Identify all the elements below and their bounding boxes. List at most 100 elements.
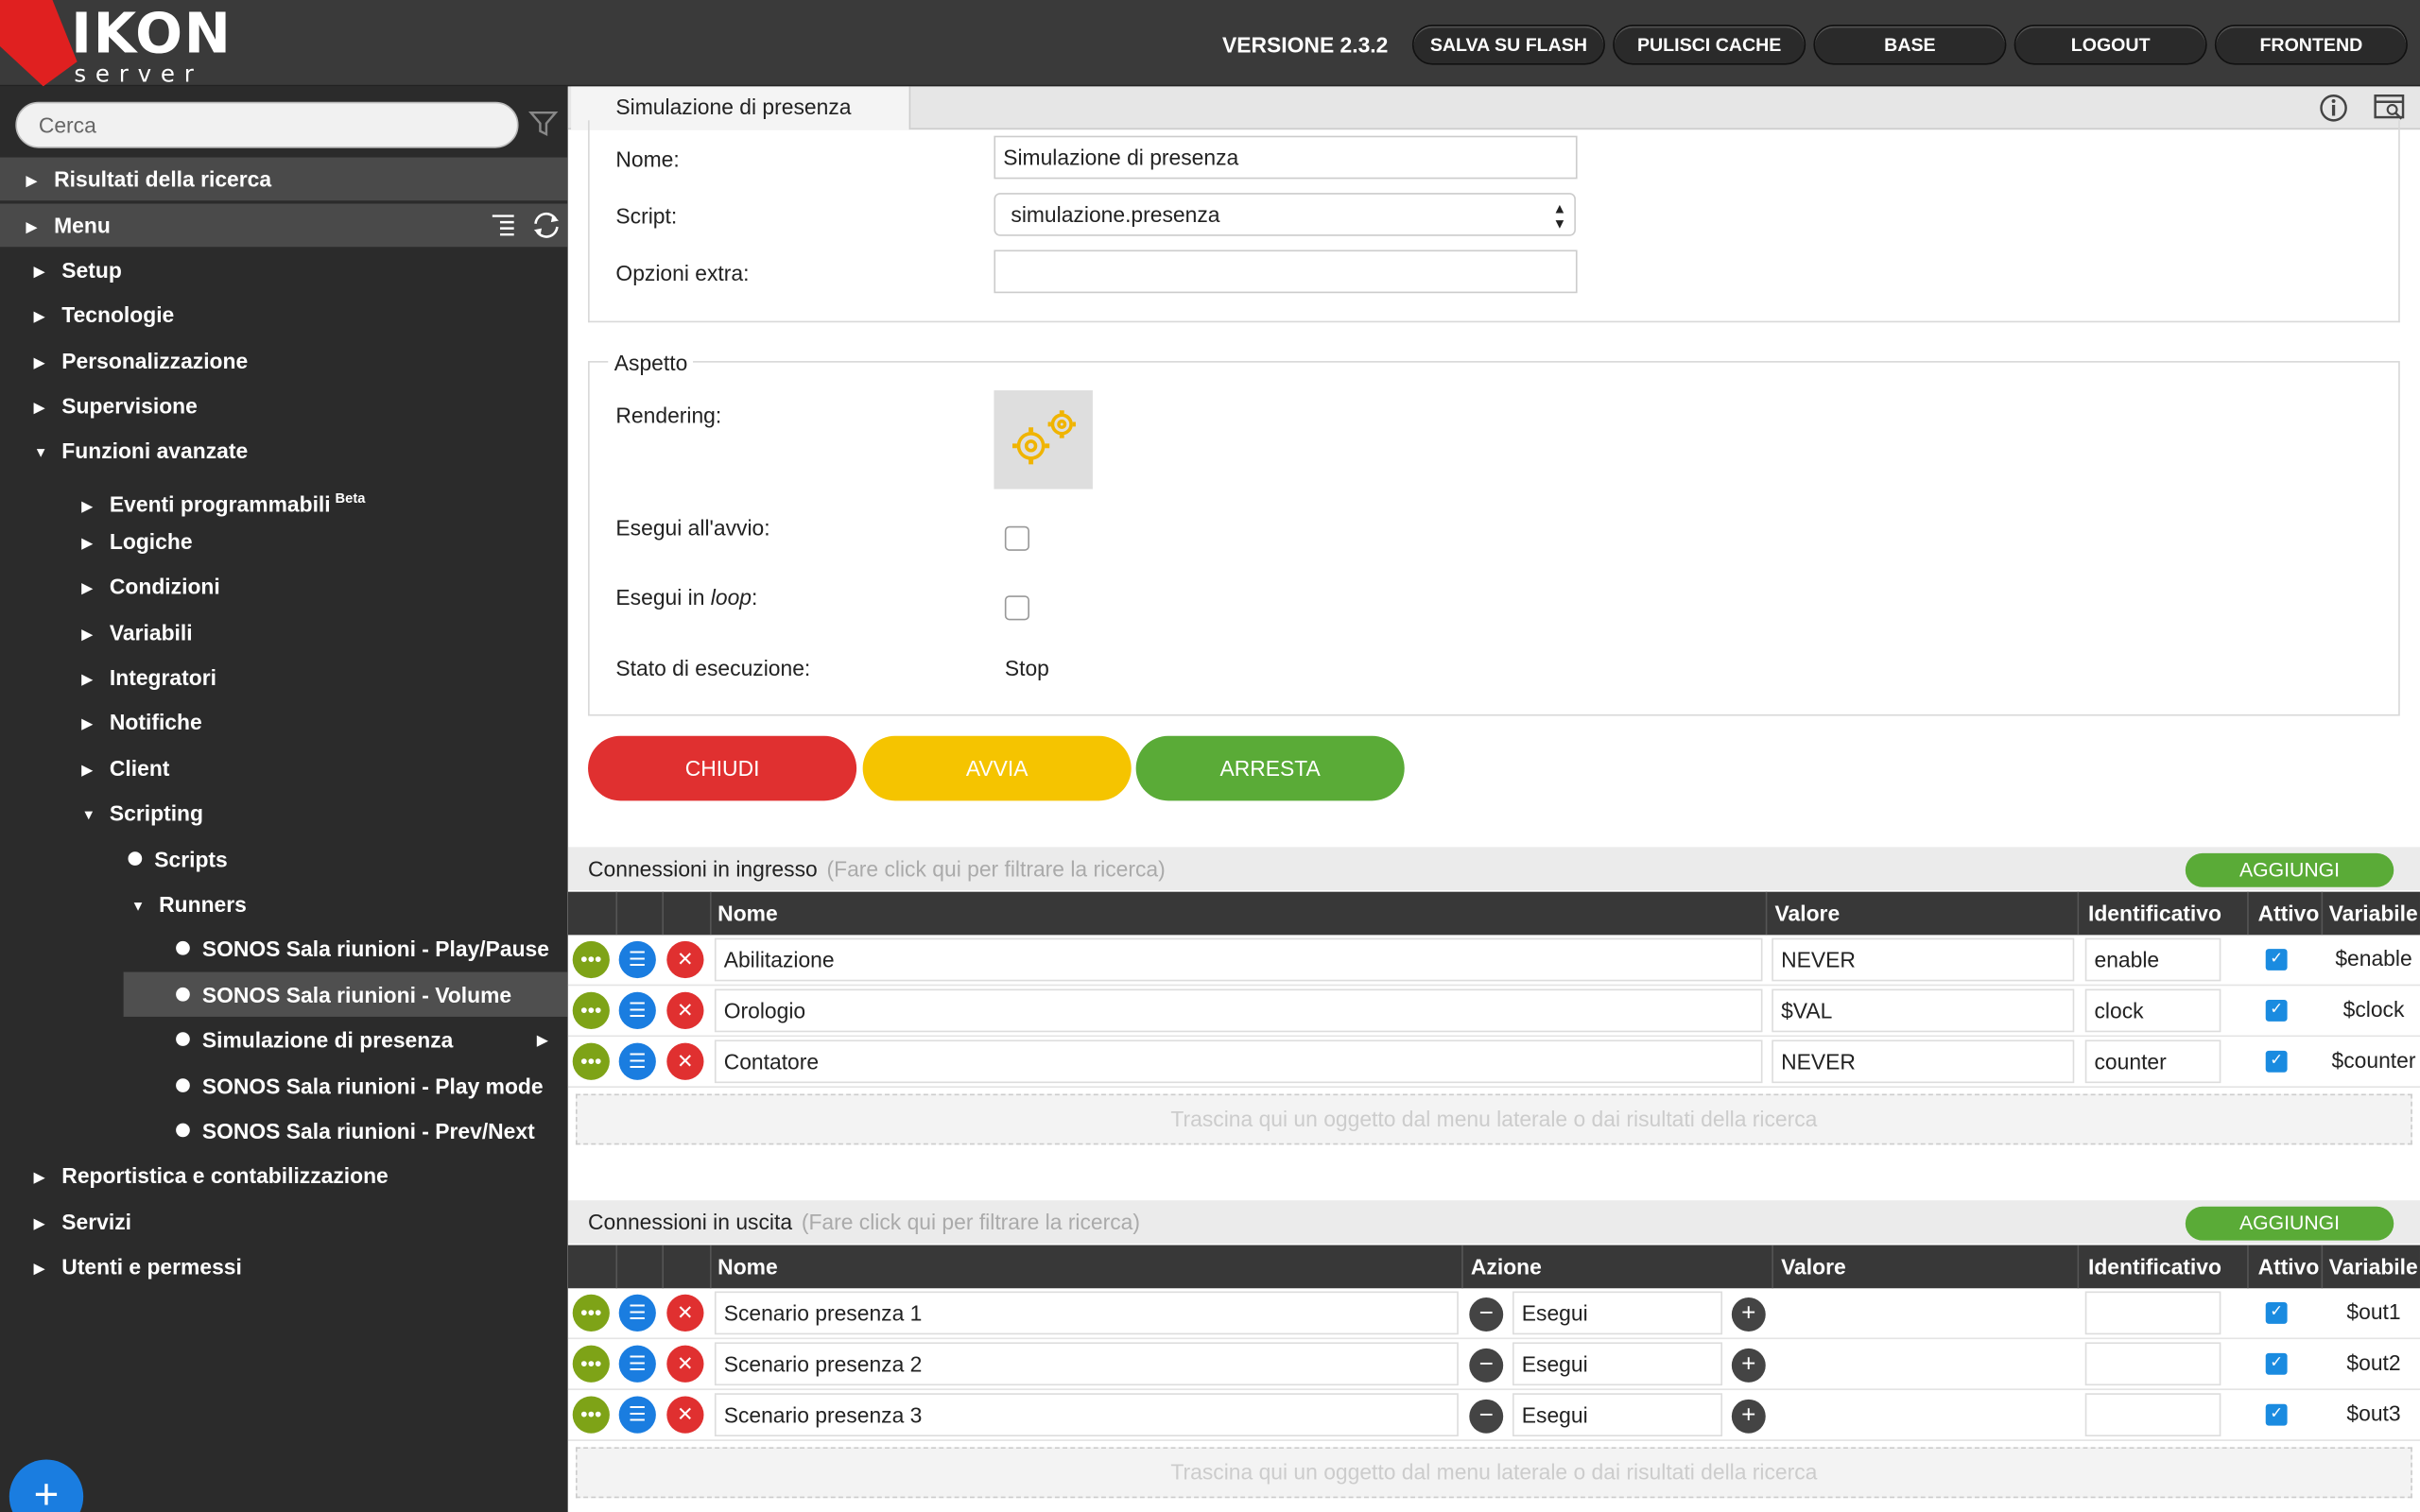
row-id-field[interactable] [2084, 1393, 2221, 1436]
menu-bar[interactable]: ▶ Menu [0, 203, 568, 248]
filter-icon[interactable] [527, 108, 559, 146]
sidebar-item-funzioni-avanzate[interactable]: ▼ Funzioni avanzate [34, 429, 248, 472]
details-icon[interactable]: ☰ [618, 991, 656, 1029]
script-select[interactable]: simulazione.presenza ▲ ▼ [994, 193, 1576, 236]
refresh-icon[interactable] [531, 204, 562, 261]
close-button[interactable]: CHIUDI [588, 735, 857, 801]
more-icon[interactable]: ••• [572, 1396, 610, 1434]
row-name-field[interactable]: Scenario presenza 3 [714, 1393, 1459, 1436]
delete-icon[interactable]: ✕ [666, 940, 704, 979]
row-id-field[interactable]: enable [2084, 937, 2221, 982]
minus-icon[interactable]: − [1469, 1348, 1504, 1383]
sidebar-item-notifiche[interactable]: ▶ Notifiche [82, 700, 202, 744]
row-action-field[interactable]: Esegui [1512, 1342, 1723, 1386]
active-checkbox[interactable]: ✓ [2265, 949, 2288, 971]
row-id-field[interactable]: clock [2084, 988, 2221, 1033]
add-input-button[interactable]: AGGIUNGI [2185, 852, 2394, 887]
sidebar-item-personalizzazione[interactable]: ▶ Personalizzazione [34, 339, 248, 383]
start-button[interactable]: AVVIA [862, 735, 1132, 801]
sidebar-item-logiche[interactable]: ▶ Logiche [82, 520, 193, 563]
input-drop-zone[interactable]: Trascina qui un oggetto dal menu lateral… [575, 1093, 2412, 1145]
row-id-field[interactable] [2084, 1291, 2221, 1335]
row-name-field[interactable]: Abilitazione [714, 937, 1763, 982]
more-icon[interactable]: ••• [572, 940, 610, 979]
row-name-field[interactable]: Orologio [714, 988, 1763, 1033]
output-connections-header[interactable]: Connessioni in uscita (Fare click qui per… [567, 1200, 2420, 1244]
search-input[interactable] [15, 101, 519, 148]
details-icon[interactable]: ☰ [618, 1396, 656, 1434]
row-id-field[interactable] [2084, 1342, 2221, 1386]
list-view-icon[interactable] [491, 204, 515, 261]
delete-icon[interactable]: ✕ [666, 991, 704, 1029]
gears-icon[interactable] [994, 390, 1093, 490]
clear-cache-button[interactable]: PULISCI CACHE [1613, 25, 1806, 65]
details-icon[interactable]: ☰ [618, 1294, 656, 1332]
details-icon[interactable]: ☰ [618, 1345, 656, 1383]
row-action-field[interactable]: Esegui [1512, 1393, 1723, 1436]
row-id-field[interactable]: counter [2084, 1040, 2221, 1084]
sidebar-item-supervisione[interactable]: ▶ Supervisione [34, 385, 198, 428]
runner-item[interactable]: SONOS Sala riunioni - Play mode [176, 1065, 544, 1108]
input-connections-header[interactable]: Connessioni in ingresso (Fare click qui p… [567, 847, 2420, 891]
search-results-bar[interactable]: ▶ Risultati della ricerca [0, 157, 568, 201]
minus-icon[interactable]: − [1469, 1297, 1504, 1332]
runner-item[interactable]: SONOS Sala riunioni - Prev/Next [176, 1109, 535, 1153]
runner-item-active[interactable]: Simulazione di presenza [176, 1019, 453, 1062]
sidebar-item-servizi[interactable]: ▶ Servizi [34, 1200, 131, 1244]
logout-button[interactable]: LOGOUT [2014, 25, 2207, 65]
plus-icon[interactable]: + [1731, 1297, 1766, 1332]
delete-icon[interactable]: ✕ [666, 1396, 704, 1434]
more-icon[interactable]: ••• [572, 1345, 610, 1383]
table-row: ••• ☰ ✕ Orologio $VAL clock ✓ $clock [567, 986, 2420, 1038]
plus-icon[interactable]: + [1731, 1348, 1766, 1383]
row-value-field[interactable]: $VAL [1772, 988, 2075, 1033]
row-name-field[interactable]: Contatore [714, 1040, 1763, 1084]
expand-arrow-icon[interactable]: ▶ [537, 1019, 547, 1062]
sidebar-item-scripts[interactable]: Scripts [128, 838, 228, 882]
add-fab-button[interactable]: + [9, 1459, 84, 1512]
delete-icon[interactable]: ✕ [666, 1345, 704, 1383]
add-output-button[interactable]: AGGIUNGI [2185, 1206, 2394, 1241]
row-value-field[interactable]: NEVER [1772, 937, 2075, 982]
active-checkbox[interactable]: ✓ [2265, 1050, 2288, 1073]
loop-checkbox[interactable] [1004, 595, 1029, 621]
row-value-field[interactable]: NEVER [1772, 1040, 2075, 1084]
output-drop-zone[interactable]: Trascina qui un oggetto dal menu lateral… [575, 1447, 2412, 1499]
autostart-checkbox[interactable] [1004, 525, 1029, 551]
row-name-field[interactable]: Scenario presenza 2 [714, 1342, 1459, 1386]
active-checkbox[interactable]: ✓ [2265, 1352, 2288, 1375]
stop-button[interactable]: ARRESTA [1135, 735, 1405, 801]
sidebar-item-reportistica[interactable]: ▶ Reportistica e contabilizzazione [34, 1154, 389, 1197]
sidebar-item-integratori[interactable]: ▶ Integratori [82, 656, 216, 699]
plus-icon[interactable]: + [1731, 1399, 1766, 1434]
runner-item[interactable]: SONOS Sala riunioni - Play/Pause [176, 927, 549, 971]
frontend-button[interactable]: FRONTEND [2214, 25, 2408, 65]
more-icon[interactable]: ••• [572, 991, 610, 1029]
delete-icon[interactable]: ✕ [666, 1042, 704, 1080]
row-name-field[interactable]: Scenario presenza 1 [714, 1291, 1459, 1335]
sidebar-item-variabili[interactable]: ▶ Variabili [82, 611, 193, 655]
details-icon[interactable]: ☰ [618, 940, 656, 979]
delete-icon[interactable]: ✕ [666, 1294, 704, 1332]
sidebar-item-tecnologie[interactable]: ▶ Tecnologie [34, 293, 174, 336]
more-icon[interactable]: ••• [572, 1294, 610, 1332]
more-icon[interactable]: ••• [572, 1042, 610, 1080]
active-checkbox[interactable]: ✓ [2265, 999, 2288, 1022]
sidebar-item-scripting[interactable]: ▼ Scripting [82, 792, 203, 835]
sidebar-item-utenti[interactable]: ▶ Utenti e permessi [34, 1246, 242, 1289]
sidebar-item-condizioni[interactable]: ▶ Condizioni [82, 565, 220, 609]
active-checkbox[interactable]: ✓ [2265, 1403, 2288, 1426]
sidebar-item-eventi[interactable]: ▶ Eventi programmabili Beta [82, 476, 366, 520]
sidebar-item-setup[interactable]: ▶ Setup [34, 249, 122, 292]
details-icon[interactable]: ☰ [618, 1042, 656, 1080]
base-button[interactable]: BASE [1813, 25, 2007, 65]
active-checkbox[interactable]: ✓ [2265, 1301, 2288, 1324]
row-action-field[interactable]: Esegui [1512, 1291, 1723, 1335]
save-flash-button[interactable]: SALVA SU FLASH [1411, 25, 1605, 65]
sidebar-item-runners[interactable]: ▼ Runners [131, 883, 247, 926]
name-field[interactable]: Simulazione di presenza [994, 135, 1578, 180]
minus-icon[interactable]: − [1469, 1399, 1504, 1434]
extra-options-field[interactable] [994, 249, 1578, 294]
runner-item[interactable]: SONOS Sala riunioni - Volume [176, 973, 511, 1017]
sidebar-item-client[interactable]: ▶ Client [82, 747, 170, 790]
